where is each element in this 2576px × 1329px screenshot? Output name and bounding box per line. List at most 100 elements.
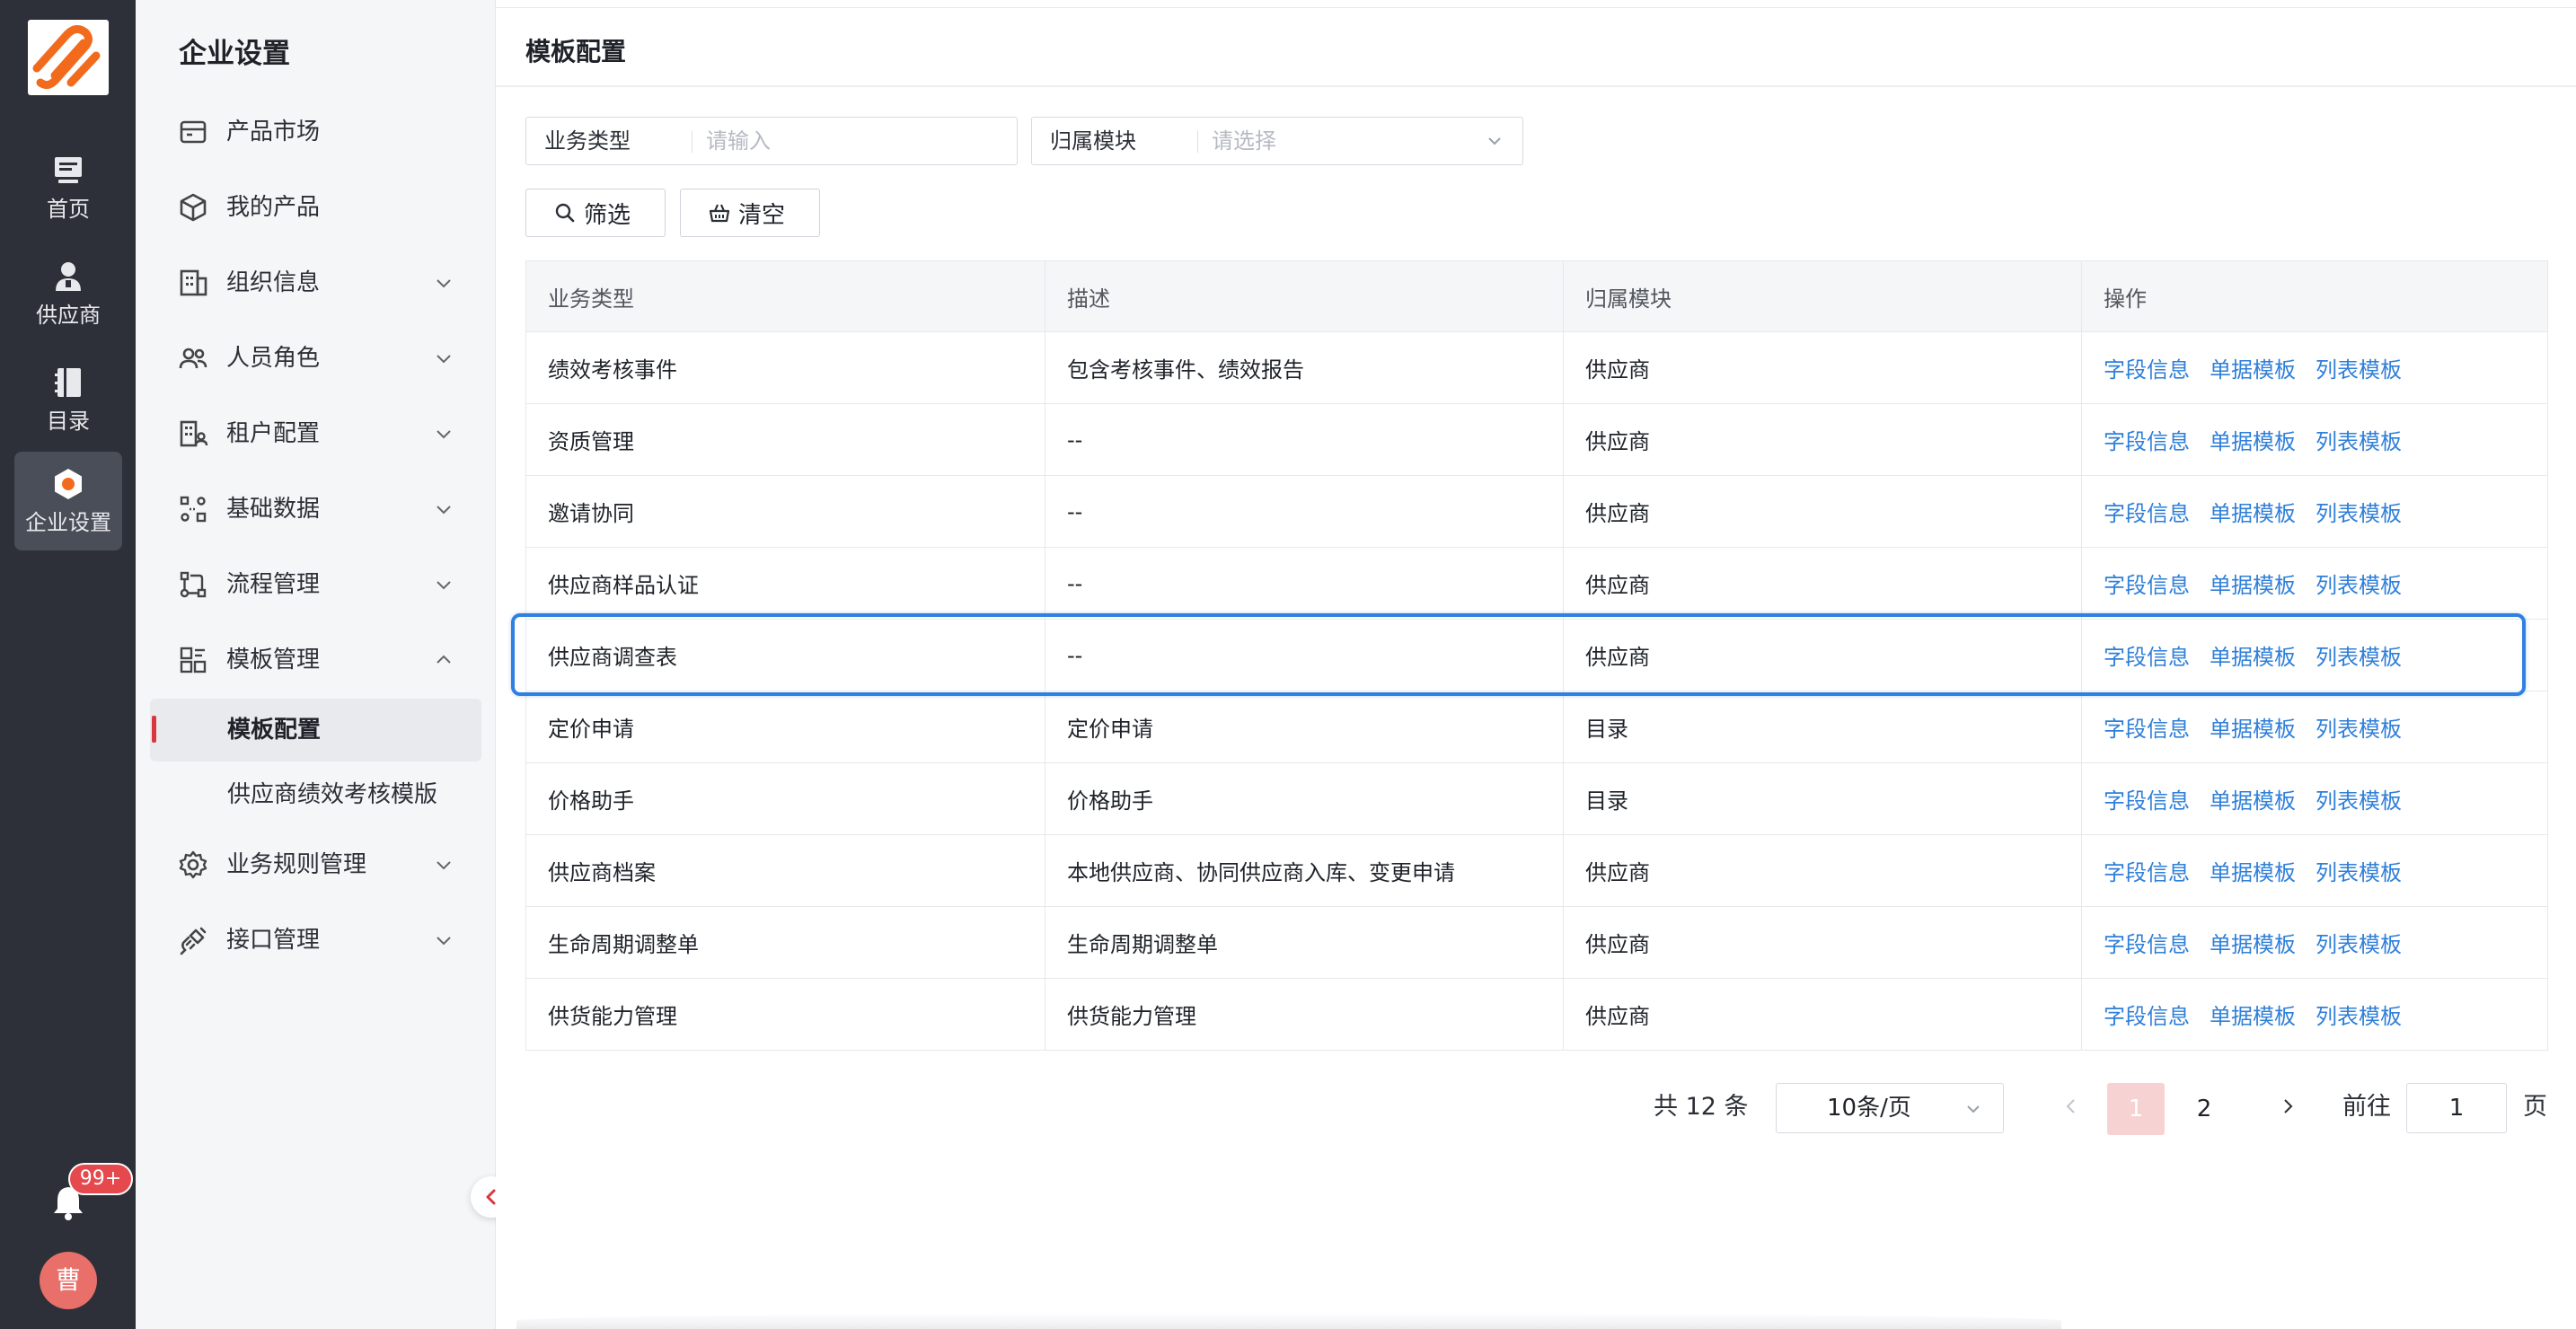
avatar[interactable]: 曹: [40, 1252, 97, 1309]
sub-item-label: 供应商绩效考核模版: [227, 781, 438, 808]
rail-item-supplier[interactable]: 供应商: [14, 244, 122, 343]
page-number[interactable]: 2: [2175, 1083, 2233, 1135]
cell-module: 供应商: [1564, 979, 2082, 1050]
menu-item-api-management[interactable]: 接口管理: [136, 913, 495, 967]
chevron-down-icon: [437, 861, 451, 870]
filter-label: 业务类型: [544, 128, 631, 154]
field-info-link[interactable]: 字段信息: [2104, 927, 2190, 958]
list-template-link[interactable]: 列表模板: [2316, 568, 2402, 599]
chevron-down-icon: [1488, 137, 1501, 145]
rail-item-enterprise-settings[interactable]: 企业设置: [14, 452, 122, 550]
next-page-icon[interactable]: [2275, 1094, 2300, 1119]
cell-module: 供应商: [1564, 548, 2082, 619]
cell-module: 供应商: [1564, 620, 2082, 691]
people-icon: [179, 348, 207, 369]
cell-actions: 字段信息 单据模板 列表模板: [2082, 548, 2547, 619]
field-info-link[interactable]: 字段信息: [2104, 855, 2190, 886]
filter-module[interactable]: 归属模块: [1031, 117, 1523, 165]
rail-item-catalog[interactable]: 目录: [14, 350, 122, 449]
app-logo[interactable]: [28, 20, 109, 95]
sub-item-supplier-performance-template[interactable]: 供应商绩效考核模版: [150, 763, 481, 826]
field-info-link[interactable]: 字段信息: [2104, 352, 2190, 383]
rail-label: 目录: [47, 409, 90, 434]
menu-item-roles[interactable]: 人员角色: [136, 331, 495, 385]
column-header: 操作: [2104, 286, 2147, 312]
cell-actions: 字段信息 单据模板 列表模板: [2082, 763, 2547, 834]
template-table: 业务类型 描述 归属模块 操作 绩效考核事件 包含考核事件、绩效报告 供应商 字段信息…: [525, 260, 2548, 1051]
menu-item-tenant-config[interactable]: 租户配置: [136, 407, 495, 461]
document-template-link[interactable]: 单据模板: [2210, 855, 2296, 886]
table-row: 绩效考核事件 包含考核事件、绩效报告 供应商 字段信息 单据模板 列表模板: [526, 332, 2547, 404]
field-info-link[interactable]: 字段信息: [2104, 639, 2190, 671]
list-template-link[interactable]: 列表模板: [2316, 999, 2402, 1030]
pagination-total: 共 12 条: [1654, 1093, 1749, 1121]
chevron-down-icon: [1967, 1105, 1980, 1113]
page-size-select[interactable]: 10条/页: [1776, 1083, 2004, 1133]
document-template-link[interactable]: 单据模板: [2210, 496, 2296, 527]
module-select[interactable]: [1212, 125, 1463, 157]
cell-type: 供应商样品认证: [526, 548, 1045, 619]
document-template-link[interactable]: 单据模板: [2210, 927, 2296, 958]
filter-label: 归属模块: [1050, 128, 1136, 154]
basket-icon: [709, 204, 730, 223]
document-template-link[interactable]: 单据模板: [2210, 568, 2296, 599]
flow-icon: [180, 571, 207, 598]
list-template-link[interactable]: 列表模板: [2316, 855, 2402, 886]
table-body: 绩效考核事件 包含考核事件、绩效报告 供应商 字段信息 单据模板 列表模板 资质管理 -- 供应…: [526, 332, 2547, 1051]
rail-item-home[interactable]: 首页: [14, 138, 122, 237]
field-info-link[interactable]: 字段信息: [2104, 711, 2190, 743]
goto-prefix: 前往: [2342, 1093, 2391, 1121]
page-number[interactable]: 1: [2107, 1083, 2165, 1135]
menu-item-business-rules[interactable]: 业务规则管理: [136, 838, 495, 892]
menu-item-org-info[interactable]: 组织信息: [136, 256, 495, 310]
cell-type: 价格助手: [526, 763, 1045, 834]
field-info-link[interactable]: 字段信息: [2104, 999, 2190, 1030]
nodes-icon: [180, 496, 207, 523]
goto-page-input[interactable]: [2406, 1083, 2507, 1133]
document-template-link[interactable]: 单据模板: [2210, 424, 2296, 455]
chevron-down-icon: [437, 430, 451, 439]
menu-item-base-data[interactable]: 基础数据: [136, 482, 495, 536]
menu-item-process[interactable]: 流程管理: [136, 558, 495, 612]
table-row: 供应商档案 本地供应商、协同供应商入库、变更申请 供应商 字段信息 单据模板 列表模板: [526, 835, 2547, 907]
menu-item-my-products[interactable]: 我的产品: [136, 180, 495, 234]
table-row: 邀请协同 -- 供应商 字段信息 单据模板 列表模板: [526, 476, 2547, 548]
prev-page-icon[interactable]: [2059, 1094, 2084, 1119]
menu-item-product-market[interactable]: 产品市场: [136, 105, 495, 159]
cell-module: 供应商: [1564, 835, 2082, 906]
field-info-link[interactable]: 字段信息: [2104, 496, 2190, 527]
document-template-link[interactable]: 单据模板: [2210, 352, 2296, 383]
chevron-down-icon: [437, 355, 451, 364]
cell-type: 供货能力管理: [526, 979, 1045, 1050]
menu-item-template-management[interactable]: 模板管理: [136, 633, 495, 687]
cell-module: 供应商: [1564, 332, 2082, 403]
list-template-link[interactable]: 列表模板: [2316, 783, 2402, 814]
person-icon: [56, 262, 81, 291]
table-row: 供应商调查表 -- 供应商 字段信息 单据模板 列表模板: [526, 620, 2547, 691]
table-row: 资质管理 -- 供应商 字段信息 单据模板 列表模板: [526, 404, 2547, 476]
field-info-link[interactable]: 字段信息: [2104, 568, 2190, 599]
field-info-link[interactable]: 字段信息: [2104, 783, 2190, 814]
list-template-link[interactable]: 列表模板: [2316, 496, 2402, 527]
column-header: 归属模块: [1564, 261, 2082, 331]
table-row: 供应商样品认证 -- 供应商 字段信息 单据模板 列表模板: [526, 548, 2547, 620]
cell-desc: --: [1045, 548, 1564, 619]
document-template-link[interactable]: 单据模板: [2210, 639, 2296, 671]
menu-item-label: 接口管理: [226, 927, 321, 954]
cell-desc: --: [1045, 476, 1564, 547]
business-type-input[interactable]: [706, 125, 993, 157]
document-template-link[interactable]: 单据模板: [2210, 711, 2296, 743]
filter-button[interactable]: 筛选: [525, 189, 666, 237]
sub-item-template-config[interactable]: 模板配置: [150, 699, 481, 761]
filter-separator: [1197, 131, 1198, 153]
settings-hex-icon: [55, 469, 82, 499]
document-template-link[interactable]: 单据模板: [2210, 783, 2296, 814]
clear-button[interactable]: 清空: [680, 189, 820, 237]
list-template-link[interactable]: 列表模板: [2316, 424, 2402, 455]
list-template-link[interactable]: 列表模板: [2316, 711, 2402, 743]
list-template-link[interactable]: 列表模板: [2316, 927, 2402, 958]
document-template-link[interactable]: 单据模板: [2210, 999, 2296, 1030]
field-info-link[interactable]: 字段信息: [2104, 424, 2190, 455]
list-template-link[interactable]: 列表模板: [2316, 352, 2402, 383]
list-template-link[interactable]: 列表模板: [2316, 639, 2402, 671]
